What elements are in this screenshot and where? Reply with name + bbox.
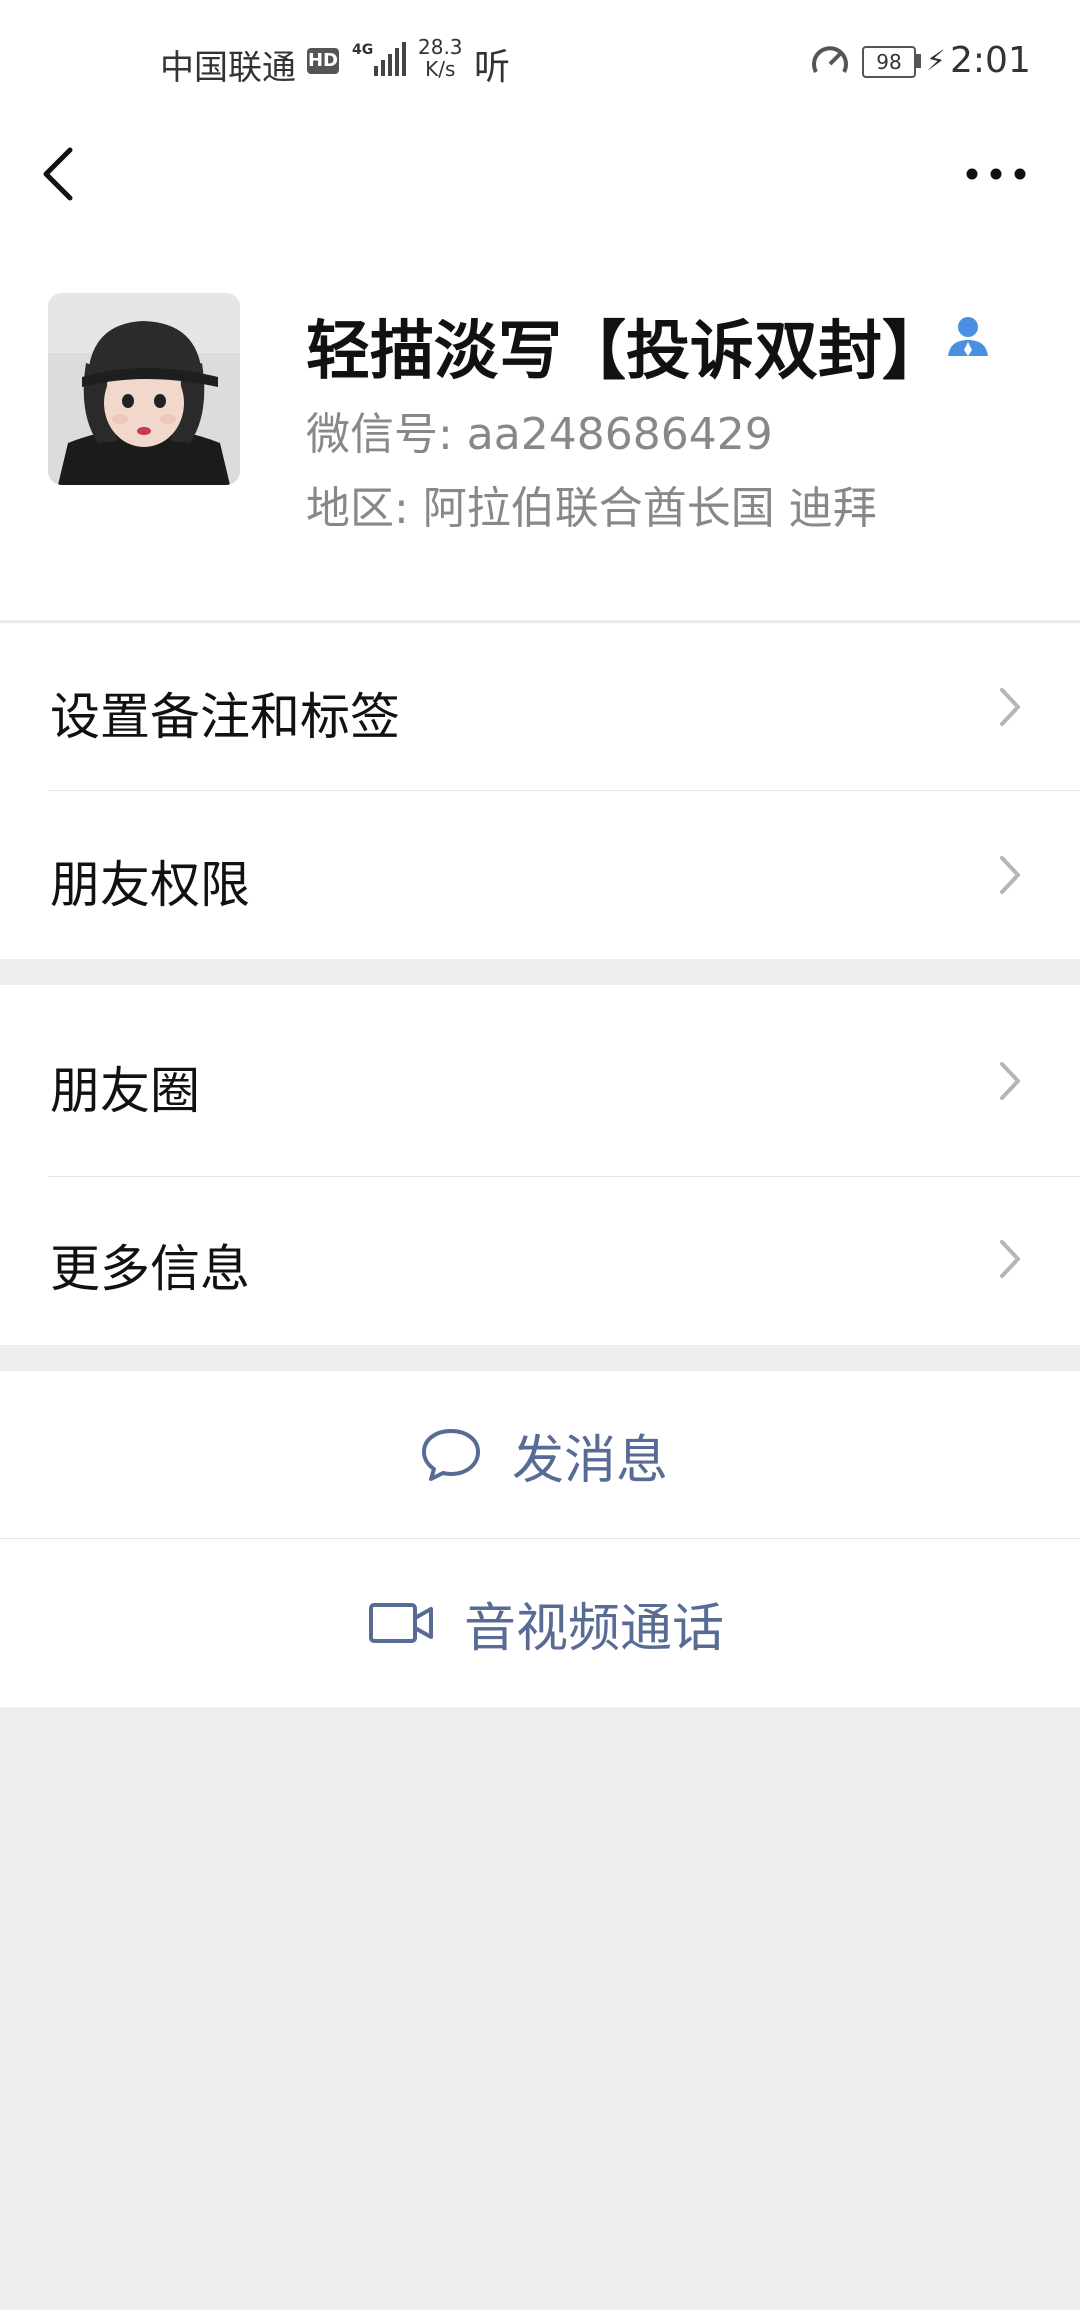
menu-label: 设置备注和标签	[50, 688, 400, 746]
battery-cap	[916, 54, 921, 68]
video-camera-icon	[369, 1603, 433, 1643]
speed-unit: K/s	[425, 57, 456, 81]
menu-row-more-info[interactable]: 更多信息	[0, 1177, 1080, 1345]
carrier-name: 中国联通	[160, 48, 296, 88]
signal-icon	[374, 42, 406, 76]
video-call-label: 音视频通话	[464, 1598, 725, 1659]
listen-icon: 听	[474, 47, 511, 88]
chevron-right-icon	[1000, 856, 1020, 894]
menu-row-remark-tags[interactable]: 设置备注和标签	[0, 623, 1080, 791]
person-icon	[948, 317, 988, 356]
chevron-right-icon	[1000, 688, 1020, 726]
avatar[interactable]	[48, 293, 240, 485]
menu-row-permissions[interactable]: 朋友权限	[0, 791, 1080, 959]
speed-value: 28.3	[418, 35, 463, 59]
menu-label: 朋友权限	[50, 856, 250, 914]
more-options-icon[interactable]	[960, 156, 1032, 192]
hd-badge: HD	[307, 48, 339, 74]
avatar-image	[48, 293, 240, 485]
menu-label: 更多信息	[50, 1240, 250, 1298]
send-message-button[interactable]: 发消息	[0, 1371, 1080, 1539]
send-message-label: 发消息	[512, 1430, 669, 1491]
region: 地区: 阿拉伯联合酋长国 迪拜	[306, 483, 877, 534]
nickname: 轻描淡写【投诉双封】	[306, 315, 946, 389]
charging-icon: ⚡	[926, 44, 946, 77]
status-bar: 中国联通 HD 4G 28.3 K/s 听 98 ⚡ 2:01	[0, 0, 1080, 120]
network-type: 4G	[352, 42, 374, 58]
menu-label: 朋友圈	[50, 1062, 200, 1120]
network-speed: 28.3 K/s	[418, 36, 463, 80]
chevron-right-icon	[1000, 1240, 1020, 1278]
nav-bar	[0, 120, 1080, 230]
video-call-button[interactable]: 音视频通话	[0, 1539, 1080, 1707]
battery-level: 98	[862, 46, 916, 78]
chevron-right-icon	[1000, 1062, 1020, 1100]
chat-bubble-icon	[422, 1429, 480, 1481]
back-arrow-icon[interactable]	[36, 144, 86, 204]
clock-time: 2:01	[950, 40, 1031, 81]
wechat-id: 微信号: aa248686429	[306, 409, 773, 460]
menu-row-moments[interactable]: 朋友圈	[0, 985, 1080, 1177]
speedometer-icon	[812, 46, 848, 73]
